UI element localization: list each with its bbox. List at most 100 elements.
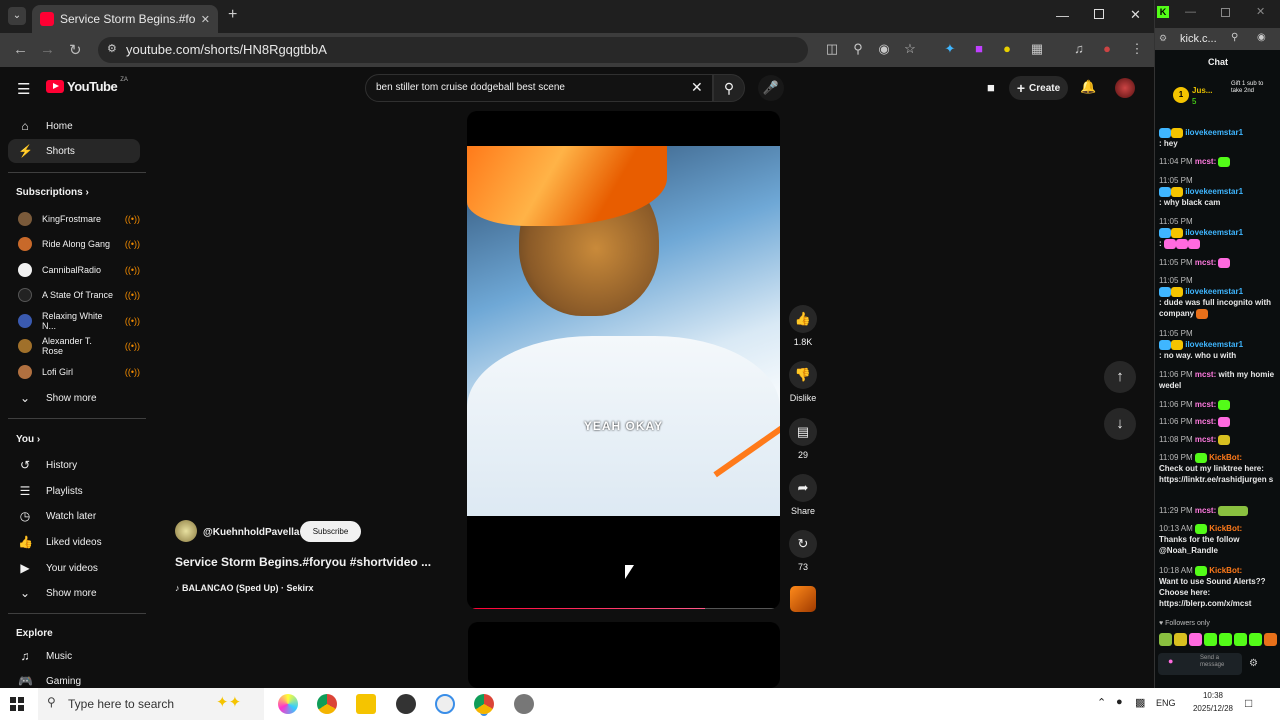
channel-avatar[interactable] — [175, 520, 197, 542]
new-tab-button[interactable]: + — [228, 6, 237, 24]
chrome-active-icon[interactable] — [474, 694, 494, 714]
subscription-item[interactable]: A State Of Trance ((•)) — [8, 284, 140, 306]
windows-start-icon[interactable] — [10, 697, 24, 711]
dislike-button[interactable]: 👎 Dislike — [789, 361, 817, 403]
close-window-icon[interactable]: ✕ — [1130, 7, 1141, 23]
previous-short-up-arrow-icon[interactable]: ↑ — [1104, 361, 1136, 393]
sound-thumbnail[interactable] — [790, 586, 816, 612]
next-short-down-arrow-icon[interactable]: ↓ — [1104, 408, 1136, 440]
channel-handle[interactable]: @KuehnholdPavella — [203, 527, 299, 538]
you-heading[interactable]: You › — [16, 434, 40, 445]
tray-mic-icon[interactable]: ● — [1116, 696, 1123, 708]
short-title[interactable]: Service Storm Begins.#foryou #shortvideo… — [175, 555, 431, 569]
close-tab-icon[interactable]: ✕ — [201, 13, 210, 26]
kick-address-bar[interactable]: ⚙ kick.c... ⚲ ◉ — [1155, 28, 1280, 50]
extension-3-icon[interactable]: ● — [999, 41, 1015, 57]
app-icon[interactable] — [514, 694, 534, 714]
like-button[interactable]: 👍 1.8K — [789, 305, 817, 347]
taskbar-search-box[interactable]: ⚲ Type here to search ✦✦ — [38, 688, 264, 720]
kick-maximize-icon[interactable] — [1221, 8, 1230, 17]
sidebar-item-playlists[interactable]: ☰ Playlists — [8, 479, 140, 503]
sidebar-item-watch-later[interactable]: ◷ Watch later — [8, 504, 140, 528]
sidebar-item-shorts[interactable]: ⚡ Shorts — [8, 139, 140, 163]
site-info-icon[interactable]: ⚙ — [107, 42, 117, 55]
eye-off-icon[interactable]: ◉ — [1257, 32, 1266, 43]
forward-icon[interactable]: → — [40, 41, 55, 58]
tray-chevron-icon[interactable]: ⌃ — [1097, 696, 1106, 709]
extension-1-icon[interactable]: ✦ — [942, 41, 958, 57]
short-sound[interactable]: ♪ BALANCAO (Sped Up) · Sekirx — [175, 583, 314, 593]
chrome-icon[interactable] — [317, 694, 337, 714]
region-code: ZA — [120, 76, 128, 83]
sidebar-divider — [8, 418, 146, 419]
media-icon[interactable]: ♫ — [1071, 41, 1087, 57]
eye-off-icon[interactable]: ◉ — [876, 41, 892, 57]
show-more-you[interactable]: ⌄ Show more — [8, 581, 140, 605]
browser-tab[interactable]: Service Storm Begins.#foryo ✕ — [32, 5, 218, 33]
subscriptions-heading[interactable]: Subscriptions › — [16, 187, 89, 198]
language-indicator[interactable]: ENG — [1156, 698, 1176, 708]
menu-dots-icon[interactable]: ⋮ — [1129, 41, 1145, 57]
pinned-gifter[interactable]: 1 Jus... 5 Gift 1 sub to take 2nd — [1173, 81, 1275, 111]
youtube-logo[interactable]: YouTube ZA — [46, 76, 128, 94]
subscription-item[interactable]: Relaxing White N... ((•)) — [8, 310, 140, 332]
chat-settings-icon[interactable]: ⚙ — [1249, 658, 1258, 669]
remix-button[interactable]: ↻ 73 — [789, 530, 817, 572]
create-button[interactable]: + Create — [1009, 76, 1068, 100]
file-explorer-icon[interactable] — [356, 694, 376, 714]
obs-icon[interactable] — [396, 694, 416, 714]
cast-chat-icon[interactable]: ■ — [987, 80, 995, 95]
short-video-player[interactable]: YEAH OKAY — [467, 111, 780, 609]
account-avatar[interactable] — [1115, 78, 1135, 98]
video-progress-bar[interactable] — [471, 608, 775, 609]
chat-send-input[interactable]: ● Send a message — [1158, 653, 1242, 675]
site-settings-icon[interactable]: ⚙ — [1159, 33, 1167, 44]
subscription-item[interactable]: Ride Along Gang ((•)) — [8, 233, 140, 255]
search-query: ben stiller tom cruise dodgeball best sc… — [376, 82, 565, 93]
notification-center-icon[interactable]: □ — [1245, 696, 1252, 710]
kick-minimize-icon[interactable]: — — [1185, 6, 1196, 18]
clear-search-icon[interactable]: ✕ — [691, 79, 703, 96]
zoom-icon[interactable]: ⚲ — [1231, 32, 1238, 43]
subscribe-button[interactable]: Subscribe — [300, 521, 361, 542]
notifications-bell-icon[interactable]: 🔔 — [1080, 79, 1096, 95]
extension-2-icon[interactable]: ■ — [971, 41, 987, 57]
next-short-preview[interactable] — [468, 622, 780, 688]
maximize-icon[interactable] — [1094, 9, 1104, 19]
snipping-tool-icon[interactable] — [435, 694, 455, 714]
share-button[interactable]: ➦ Share — [789, 474, 817, 516]
search-input[interactable]: ben stiller tom cruise dodgeball best sc… — [365, 74, 713, 102]
voice-search-mic-icon[interactable]: 🎤 — [758, 75, 784, 101]
show-more-subscriptions[interactable]: ⌄ Show more — [8, 386, 140, 410]
omnibox[interactable]: ⚙ youtube.com/shorts/HN8RgqgtbbA — [98, 37, 808, 63]
kick-close-icon[interactable]: ✕ — [1256, 5, 1265, 18]
tab-search-icon[interactable]: ⌄ — [8, 7, 26, 25]
clock-time[interactable]: 10:38 — [1196, 691, 1230, 700]
taskbar-app-icon[interactable] — [278, 694, 298, 714]
tray-network-icon[interactable]: ▩ — [1135, 696, 1145, 709]
comments-button[interactable]: ▤ 29 — [789, 418, 817, 460]
sidebar-item-history[interactable]: ↺ History — [8, 453, 140, 477]
subscription-item[interactable]: CannibalRadio ((•)) — [8, 259, 140, 281]
sidebar-item-home[interactable]: ⌂ Home — [8, 114, 140, 138]
clock-date[interactable]: 2025/12/28 — [1188, 704, 1238, 713]
bookmark-star-icon[interactable]: ☆ — [902, 41, 918, 57]
pinned-count: 5 — [1192, 97, 1197, 106]
chat-message: 11:09 PM KickBot: Check out my linktree h… — [1159, 452, 1274, 484]
sidebar-item-your-videos[interactable]: ▶ Your videos — [8, 556, 140, 580]
install-icon[interactable]: ◫ — [824, 41, 840, 57]
search-button[interactable]: ⚲ — [713, 74, 745, 102]
reload-icon[interactable]: ↻ — [69, 41, 82, 59]
subscription-item[interactable]: Alexander T. Rose ((•)) — [8, 335, 140, 357]
extensions-puzzle-icon[interactable]: ▦ — [1029, 41, 1045, 57]
sidebar-item-music[interactable]: ♫ Music — [8, 644, 140, 668]
hamburger-menu-icon[interactable]: ☰ — [17, 80, 30, 98]
minimize-icon[interactable]: — — [1056, 8, 1069, 23]
profile-icon[interactable]: ● — [1099, 41, 1115, 57]
tab-strip: ⌄ Service Storm Begins.#foryo ✕ + — ✕ — [0, 0, 1154, 33]
subscription-item[interactable]: KingFrostmare ((•)) — [8, 208, 140, 230]
subscription-item[interactable]: Lofi Girl ((•)) — [8, 361, 140, 383]
zoom-icon[interactable]: ⚲ — [850, 41, 866, 57]
back-icon[interactable]: ← — [13, 41, 28, 58]
sidebar-item-liked-videos[interactable]: 👍 Liked videos — [8, 530, 140, 554]
